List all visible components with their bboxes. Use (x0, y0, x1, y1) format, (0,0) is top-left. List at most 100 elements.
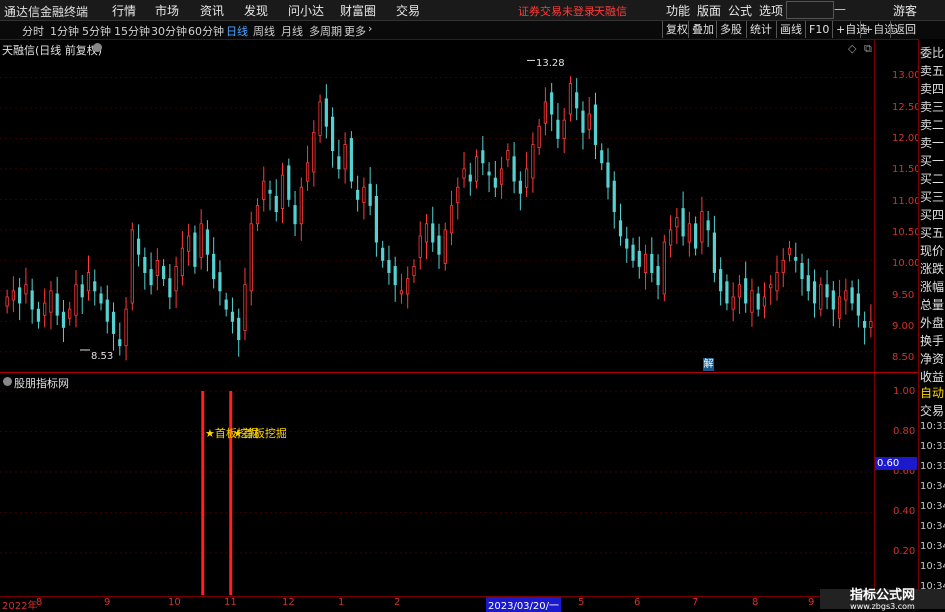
candle-body (575, 92, 579, 109)
period-5min[interactable]: 5分钟 (82, 23, 111, 39)
candle-body (255, 205, 260, 225)
menu-banmian[interactable]: 版面 (697, 2, 721, 19)
candle-body (606, 162, 610, 188)
candle-body (36, 308, 41, 322)
candle-body (806, 275, 810, 292)
candle-body (136, 238, 141, 255)
period-monthly[interactable]: 月线 (281, 23, 303, 39)
draw-line-button[interactable]: 画线 (776, 21, 805, 38)
unlock-marker[interactable]: 解 (703, 358, 714, 371)
menu-faxian[interactable]: 发现 (244, 2, 268, 19)
candle-body (174, 266, 178, 292)
quote-panel: 委比 卖五 卖四 卖三 卖二 卖一 买一 买二 买三 买四 买五 现价 涨跌 涨幅 总量 外盘 换手 净资 收益 自动… (918, 39, 945, 609)
back-button[interactable]: 返回 (890, 21, 919, 38)
period-1min[interactable]: 1分钟 (50, 23, 79, 39)
candle-body (769, 284, 773, 289)
candle-body (305, 162, 310, 182)
candle-body (149, 269, 153, 286)
fuquan-button[interactable]: 复权 (662, 21, 691, 38)
current-value-badge: 0.60 (875, 457, 917, 470)
candle-body (800, 263, 804, 280)
indicator-chart[interactable] (0, 373, 874, 595)
diamond-icon[interactable]: ◇ (848, 42, 856, 55)
menu-wenxiaoda[interactable]: 问小达 (288, 2, 324, 19)
indicator-tick: 0.20 (893, 546, 916, 557)
price-tick: 9.50 (892, 290, 915, 301)
candle-body (224, 299, 228, 310)
menu-zixun[interactable]: 资讯 (200, 2, 224, 19)
candle-body (280, 174, 285, 209)
candle-body (362, 186, 366, 203)
trade-time: 10:34 (920, 521, 945, 532)
date-tick: 11 (224, 597, 237, 608)
candle-body (424, 223, 429, 243)
signal-label: ★首板挖掘 (233, 427, 287, 440)
candle-body (725, 281, 729, 304)
candle-body (162, 266, 166, 280)
date-tick: 7 (692, 597, 699, 608)
main-chart[interactable] (0, 39, 874, 372)
trade-tab[interactable]: 交易 (920, 402, 944, 420)
candle-body (381, 247, 385, 261)
candle-body (869, 320, 873, 328)
candle-body (249, 223, 253, 292)
period-30min[interactable]: 30分钟 (151, 23, 187, 39)
candle-body (111, 311, 116, 334)
candle-body (74, 284, 78, 316)
candle-body (618, 220, 623, 237)
trade-time: 10:33 (920, 461, 945, 472)
period-weekly[interactable]: 周线 (253, 23, 275, 39)
date-tick: 1 (338, 597, 345, 608)
candle-body (68, 308, 72, 319)
candle-body (719, 269, 723, 292)
menu-jiaoyi[interactable]: 交易 (396, 2, 420, 19)
candle-body (418, 235, 422, 258)
menu-caifuquan[interactable]: 财富圈 (340, 2, 376, 19)
candle-body (55, 293, 59, 316)
candle-body (205, 229, 210, 255)
settings-icon[interactable] (93, 43, 102, 52)
candle-body (731, 296, 735, 310)
candle-body (706, 220, 710, 231)
menu-gongshi[interactable]: 公式 (728, 2, 752, 19)
candle-body (662, 241, 666, 295)
menu-xuanxiang[interactable]: 选项 (759, 2, 783, 19)
overlay-button[interactable]: 叠加 (688, 21, 717, 38)
date-tick: 8 (36, 597, 43, 608)
indicator-plot[interactable] (0, 373, 874, 595)
search-icon[interactable] (786, 1, 834, 19)
period-daily[interactable]: 日线 (226, 23, 248, 39)
period-60min[interactable]: 60分钟 (188, 23, 224, 39)
candle-body (299, 186, 303, 225)
candle-body (11, 290, 15, 301)
menu-gongneng[interactable]: 功能 (666, 2, 690, 19)
period-fenshi[interactable]: 分时 (22, 23, 44, 39)
minimize-icon[interactable]: — (834, 2, 846, 16)
price-tick: 8.50 (892, 352, 915, 363)
period-multi[interactable]: 多周期 (309, 23, 342, 39)
candle-body (612, 180, 616, 212)
candle-body (155, 259, 159, 277)
stats-button[interactable]: 统计 (746, 21, 775, 38)
login-alert[interactable]: 证券交易未登录 (518, 3, 595, 19)
period-15min[interactable]: 15分钟 (114, 23, 150, 39)
period-more[interactable]: 更多 (344, 23, 366, 39)
menu-shichang[interactable]: 市场 (155, 2, 179, 19)
candle-body (600, 150, 604, 164)
menu-hangqing[interactable]: 行情 (112, 2, 136, 19)
trade-time: 10:34 (920, 541, 945, 552)
multi-stock-button[interactable]: 多股 (716, 21, 745, 38)
alert-brand[interactable]: 天融信 (594, 3, 627, 19)
candle-body (518, 180, 522, 194)
indicator-settings-icon[interactable] (3, 377, 12, 386)
guest-label[interactable]: 游客 (893, 2, 917, 19)
auto-toggle[interactable]: 自动 (920, 384, 944, 402)
candle-body (437, 235, 441, 255)
candle-body (330, 116, 335, 152)
f10-button[interactable]: F10 (805, 21, 832, 38)
expand-icon[interactable]: ⧉ (864, 42, 872, 56)
date-tick: 2022年 (2, 601, 38, 612)
chevron-right-icon[interactable]: › (368, 22, 372, 35)
candle-body (431, 223, 435, 243)
candlestick-chart[interactable] (0, 39, 874, 372)
